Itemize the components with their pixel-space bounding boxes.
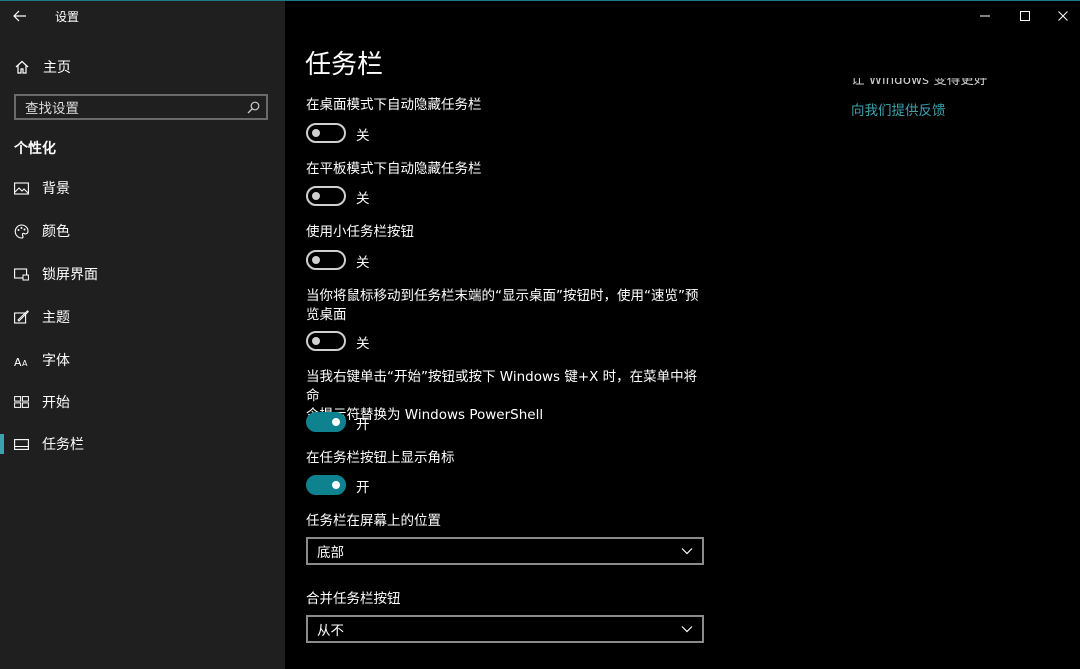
toggle-state-label: 关 — [356, 191, 370, 207]
feedback-link[interactable]: 向我们提供反馈 — [851, 99, 946, 119]
toggle-state-label: 开 — [356, 417, 370, 433]
sidebar-item-label: 开始 — [42, 395, 70, 411]
dropdown-value: 底部 — [317, 545, 344, 561]
option-label-line: 当我右键单击“开始”按钮或按下 Windows 键+X 时，在菜单中将命 — [306, 369, 698, 404]
toggle-powershell[interactable] — [306, 412, 346, 432]
toggle-knob — [332, 418, 340, 426]
app-title: 设置 — [55, 9, 80, 24]
toggle-state-label: 开 — [356, 480, 370, 496]
home-icon — [14, 59, 30, 75]
close-button[interactable] — [1043, 1, 1080, 29]
toggle-knob — [332, 481, 340, 489]
toggle-state-label: 关 — [356, 255, 370, 271]
dropdown-value: 从不 — [317, 623, 344, 639]
palette-icon — [13, 223, 29, 239]
sidebar-item-label: 主题 — [42, 310, 70, 326]
sidebar-item-themes[interactable]: 主题 — [0, 298, 285, 336]
sidebar-item-label: 锁屏界面 — [42, 267, 98, 283]
chevron-down-icon — [680, 544, 694, 558]
sidebar-item-label: 字体 — [42, 353, 70, 369]
combine-label: 合并任务栏按钮 — [306, 591, 401, 607]
picture-icon — [13, 180, 29, 196]
home-label: 主页 — [43, 60, 71, 76]
toggle-peek[interactable] — [306, 331, 346, 351]
sidebar-item-lock-screen[interactable]: 锁屏界面 — [0, 255, 285, 293]
font-icon: AA — [13, 352, 29, 368]
sidebar-item-taskbar[interactable]: 任务栏 — [0, 425, 285, 463]
page-title: 任务栏 — [305, 50, 384, 80]
close-icon — [1058, 6, 1068, 25]
toggle-small-buttons[interactable] — [306, 250, 346, 270]
sidebar-item-background[interactable]: 背景 — [0, 169, 285, 207]
option-label-autohide-tablet: 在平板模式下自动隐藏任务栏 — [306, 161, 482, 177]
maximize-button[interactable] — [1005, 1, 1045, 29]
option-label-line: 当你将鼠标移动到任务栏末端的“显示桌面”按钮时，使用“速览”预 — [306, 288, 699, 304]
maximize-icon — [1020, 6, 1030, 25]
toggle-state-label: 关 — [356, 336, 370, 352]
theme-brush-icon — [13, 309, 29, 325]
sidebar-item-label: 背景 — [42, 181, 70, 197]
toggle-autohide-desktop[interactable] — [306, 123, 346, 143]
option-label-small-buttons: 使用小任务栏按钮 — [306, 224, 414, 240]
taskbar-icon — [13, 436, 29, 452]
option-label-line: 览桌面 — [306, 307, 347, 323]
nav-home[interactable]: 主页 — [0, 49, 285, 85]
toggle-knob — [312, 129, 320, 137]
improve-windows-text: 让 Windows 变得更好 — [851, 78, 1031, 88]
option-label-peek: 当你将鼠标移动到任务栏末端的“显示桌面”按钮时，使用“速览”预 览桌面 — [306, 287, 706, 325]
sidebar-item-label: 任务栏 — [42, 437, 84, 453]
svg-text:A: A — [22, 359, 28, 367]
toggle-autohide-tablet[interactable] — [306, 186, 346, 206]
back-button[interactable] — [0, 1, 40, 31]
search-icon[interactable] — [245, 99, 261, 115]
sidebar-item-start[interactable]: 开始 — [0, 383, 285, 421]
option-label-badges: 在任务栏按钮上显示角标 — [306, 450, 455, 466]
back-arrow-icon — [13, 7, 27, 26]
toggle-knob — [312, 337, 320, 345]
toggle-knob — [312, 256, 320, 264]
sidebar-item-colors[interactable]: 颜色 — [0, 212, 285, 250]
search-placeholder: 查找设置 — [25, 101, 79, 117]
minimize-button[interactable] — [965, 1, 1005, 29]
option-label-autohide-desktop: 在桌面模式下自动隐藏任务栏 — [306, 97, 482, 113]
svg-text:A: A — [14, 356, 22, 367]
position-label: 任务栏在屏幕上的位置 — [306, 513, 441, 529]
chevron-down-icon — [680, 622, 694, 636]
position-dropdown[interactable]: 底部 — [306, 537, 704, 565]
sidebar: 设置 主页 查找设置 个性化 背景 颜色 锁屏界面 主题 A A 字体 开始 任… — [0, 1, 285, 669]
toggle-knob — [312, 192, 320, 200]
sidebar-item-label: 颜色 — [42, 224, 70, 240]
toggle-badges[interactable] — [306, 475, 346, 495]
minimize-icon — [980, 6, 990, 25]
improve-windows-label: 让 Windows 变得更好 — [851, 78, 988, 88]
section-title: 个性化 — [14, 141, 56, 157]
title-bar: 设置 — [0, 1, 285, 31]
sidebar-item-fonts[interactable]: AA 字体 — [0, 341, 285, 379]
toggle-state-label: 关 — [356, 128, 370, 144]
selection-indicator — [0, 434, 4, 454]
start-grid-icon — [13, 394, 29, 410]
combine-dropdown[interactable]: 从不 — [306, 615, 704, 643]
lock-screen-icon — [13, 266, 29, 282]
search-input[interactable]: 查找设置 — [14, 94, 268, 120]
